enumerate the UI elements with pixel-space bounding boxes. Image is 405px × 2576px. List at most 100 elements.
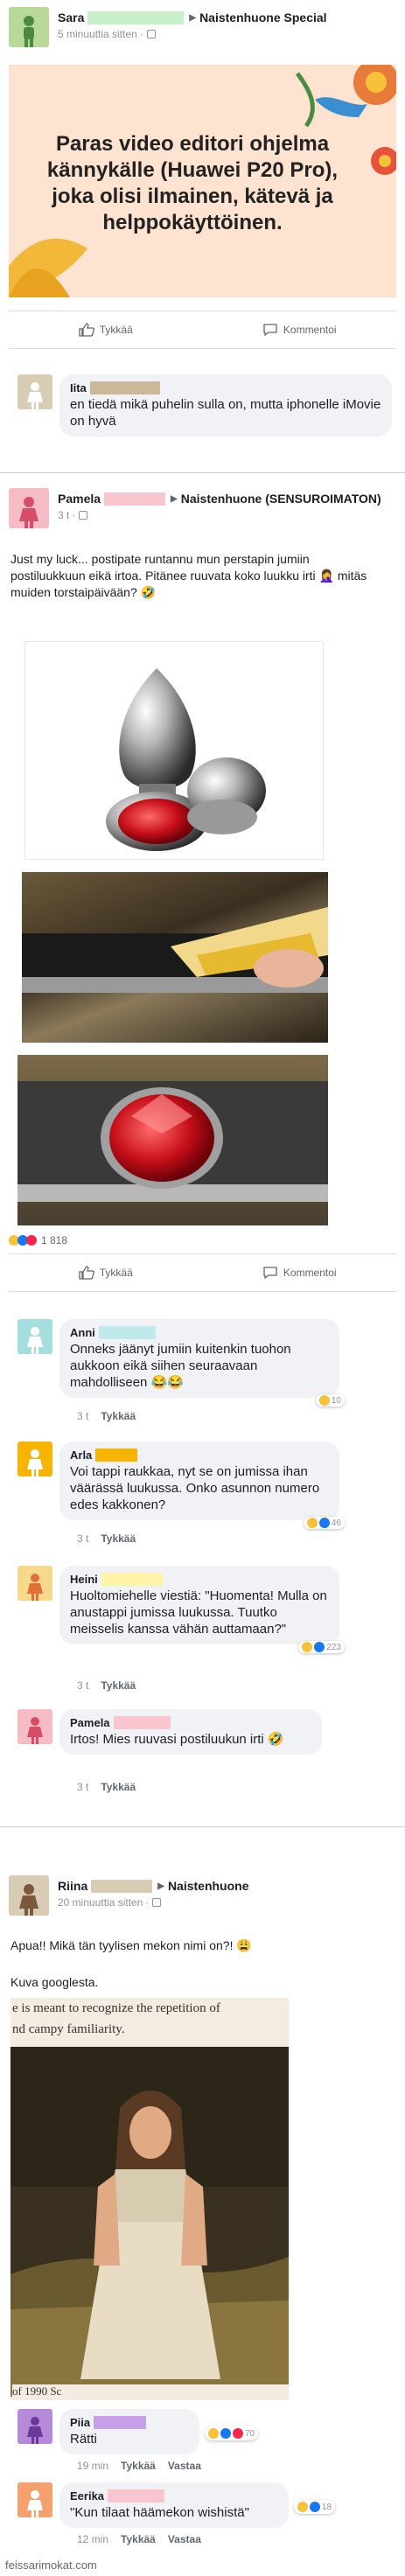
- comment-author[interactable]: Eerika: [70, 2489, 104, 2503]
- post-time[interactable]: 20 minuuttia sitten: [58, 1896, 143, 1909]
- comment-like-button[interactable]: Tykkää: [101, 1532, 136, 1545]
- comment-like-button[interactable]: Tykkää: [101, 1781, 136, 1793]
- redacted-name: [87, 11, 185, 24]
- post-header: Pamela ▶ Naistenhuone (SENSUROIMATON) 3 …: [9, 488, 390, 528]
- comment-bubble: Piia Rätti: [59, 2409, 199, 2454]
- comment-reactions[interactable]: 223: [298, 1641, 345, 1653]
- comment-meta: 3 t Tykkää: [77, 1781, 136, 1793]
- comment-time[interactable]: 3 t: [77, 1532, 88, 1545]
- reaction-count: 46: [331, 1518, 341, 1528]
- avatar[interactable]: [17, 2482, 52, 2517]
- avatar[interactable]: [17, 2409, 52, 2444]
- comment-author[interactable]: Piia: [70, 2416, 90, 2429]
- like-button[interactable]: Tykkää: [9, 1254, 203, 1291]
- comment-reactions[interactable]: 10: [315, 1394, 345, 1407]
- group-name[interactable]: Naistenhuone Special: [199, 10, 326, 25]
- avatar[interactable]: [17, 1709, 52, 1744]
- comment-time[interactable]: 3 t: [77, 1410, 88, 1422]
- group-name[interactable]: Naistenhuone: [168, 1879, 249, 1894]
- mailslot-image: [22, 907, 328, 993]
- comment-reactions[interactable]: 18: [294, 2500, 336, 2514]
- redacted-name: [113, 1716, 171, 1729]
- avatar[interactable]: [17, 1566, 52, 1601]
- comment-like-button[interactable]: Tykkää: [101, 1679, 136, 1692]
- redacted-name: [89, 381, 160, 394]
- person-icon: [27, 2490, 43, 2517]
- comment-button[interactable]: Kommentoi: [203, 311, 397, 348]
- avatar[interactable]: [9, 7, 49, 47]
- post-time[interactable]: 5 minuuttia sitten: [58, 28, 137, 40]
- comment-label: Kommentoi: [283, 1267, 337, 1279]
- comment-time[interactable]: 12 min: [77, 2533, 108, 2545]
- comment: Anni Onneks jäänyt jumiin kuitenkin tuoh…: [17, 1319, 345, 1407]
- comment-author[interactable]: Pamela: [70, 1716, 110, 1729]
- like-label: Tykkää: [99, 1267, 133, 1279]
- comment-like-button[interactable]: Tykkää: [121, 2460, 156, 2472]
- post-time[interactable]: 3 t: [58, 509, 69, 521]
- header-text: Pamela ▶ Naistenhuone (SENSUROIMATON) 3 …: [58, 492, 381, 521]
- comment-author[interactable]: Iita: [70, 381, 87, 394]
- love-emoji-icon: [26, 1235, 37, 1246]
- mailslot-photo-1[interactable]: [22, 872, 328, 1043]
- post-header: Sara ▶ Naistenhuone Special 5 minuuttia …: [9, 7, 390, 47]
- comment-reactions[interactable]: 46: [303, 1517, 345, 1529]
- feed: Sara ▶ Naistenhuone Special 5 minuuttia …: [0, 0, 405, 2576]
- avatar[interactable]: [17, 1442, 52, 1476]
- comment-bubble: Pamela Irtos! Mies ruuvasi postiluukun i…: [59, 1709, 322, 1755]
- comment-text: "Kun tilaat häämekon wishistä": [70, 2505, 249, 2520]
- action-bar: Tykkää Kommentoi: [9, 311, 396, 349]
- comment-author[interactable]: Heini: [70, 1573, 98, 1586]
- dress-photo[interactable]: e is meant to recognize the repetition o…: [10, 1998, 289, 2400]
- product-photo[interactable]: [24, 641, 324, 860]
- post-text: Just my luck... postipate runtannu mun p…: [10, 552, 367, 599]
- comment: Pamela Irtos! Mies ruuvasi postiluukun i…: [17, 1709, 322, 1755]
- comment-reactions[interactable]: 70: [205, 2426, 259, 2440]
- comment-bubble: Iita en tiedä mikä puhelin sulla on, mut…: [59, 374, 392, 436]
- separator: [0, 1826, 405, 1827]
- comment-time[interactable]: 3 t: [77, 1781, 88, 1793]
- author-name[interactable]: Sara: [58, 10, 84, 25]
- reaction-count: 1 818: [41, 1234, 68, 1246]
- post-text-1: Apua!! Mikä tän tyylisen mekon nimi on?!…: [10, 1938, 252, 1952]
- avatar[interactable]: [9, 488, 49, 528]
- person-icon: [19, 497, 38, 528]
- comment-author[interactable]: Anni: [70, 1326, 95, 1339]
- reaction-summary[interactable]: 1 818: [9, 1234, 67, 1246]
- person-icon: [27, 1449, 43, 1476]
- comment-text: en tiedä mikä puhelin sulla on, mutta ip…: [70, 397, 381, 429]
- like-label: Tykkää: [99, 324, 133, 336]
- comment-reply-button[interactable]: Vastaa: [168, 2533, 201, 2545]
- reaction-count: 223: [326, 1642, 341, 1652]
- comment-text: Onneks jäänyt jumiin kuitenkin tuohon au…: [70, 1342, 291, 1390]
- post-1: Sara ▶ Naistenhuone Special 5 minuuttia …: [0, 0, 405, 455]
- avatar[interactable]: [17, 1319, 52, 1354]
- comment-label: Kommentoi: [283, 324, 337, 336]
- author-name[interactable]: Pamela: [58, 492, 101, 506]
- haha-emoji-icon: [297, 2502, 308, 2512]
- arrow-right-icon: ▶: [189, 13, 197, 23]
- comment-author[interactable]: Arla: [70, 1449, 92, 1462]
- comment-time[interactable]: 19 min: [77, 2460, 108, 2472]
- comment-button[interactable]: Kommentoi: [203, 1254, 397, 1291]
- comment-bubble: Heini Huoltomiehelle viestiä: "Huomenta!…: [59, 1566, 345, 1653]
- comment-time[interactable]: 3 t: [77, 1679, 88, 1692]
- avatar[interactable]: [9, 1875, 49, 1916]
- comment-like-button[interactable]: Tykkää: [121, 2533, 156, 2545]
- reaction-count: 70: [245, 2428, 255, 2439]
- caption-top: e is meant to recognize the repetition o…: [12, 2001, 220, 2015]
- comment-like-button[interactable]: Tykkää: [101, 1410, 136, 1422]
- mailslot-photo-2[interactable]: [17, 1055, 328, 1225]
- globe-icon: [152, 1898, 162, 1907]
- comment-meta: 3 t Tykkää: [77, 1532, 136, 1545]
- avatar[interactable]: [17, 374, 52, 409]
- group-name[interactable]: Naistenhuone (SENSUROIMATON): [181, 492, 381, 506]
- like-button[interactable]: Tykkää: [9, 311, 203, 348]
- author-name[interactable]: Riina: [58, 1879, 87, 1894]
- like-emoji-icon: [310, 2502, 320, 2512]
- thumbs-up-icon: [79, 323, 94, 337]
- redacted-name: [104, 492, 166, 506]
- comment-meta: 12 min Tykkää Vastaa: [77, 2533, 201, 2545]
- text-banner: Paras video editori ohjelma kännykälle (…: [9, 65, 396, 297]
- like-emoji-icon: [318, 1518, 330, 1528]
- comment-reply-button[interactable]: Vastaa: [168, 2460, 201, 2472]
